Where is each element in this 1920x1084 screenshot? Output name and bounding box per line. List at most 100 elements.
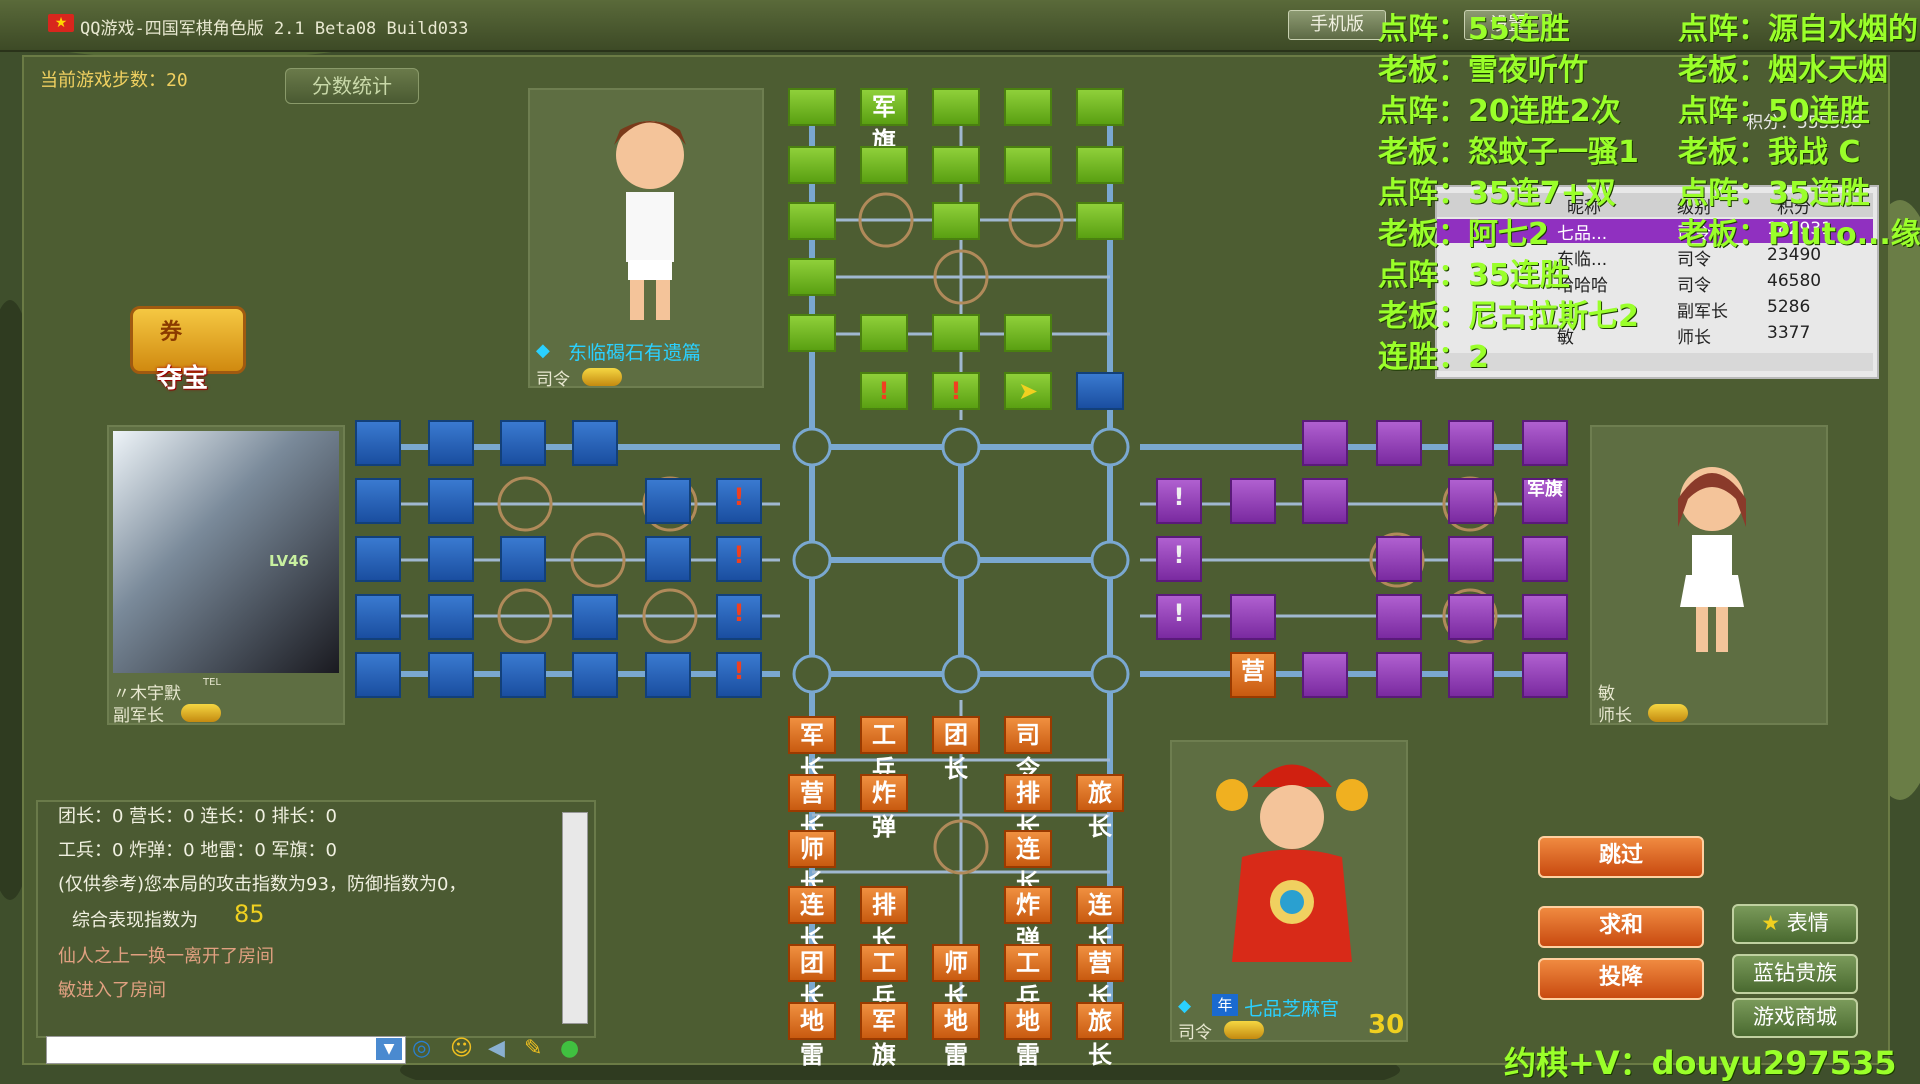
own-piece[interactable]: 旅长 xyxy=(1076,1002,1124,1069)
board-piece[interactable] xyxy=(355,420,401,466)
board-piece[interactable] xyxy=(1522,420,1568,466)
board-piece[interactable] xyxy=(1302,478,1348,524)
vip-button[interactable]: 蓝钻贵族 xyxy=(1732,954,1858,994)
board-piece[interactable] xyxy=(788,88,836,126)
board-piece[interactable] xyxy=(1004,314,1052,352)
own-piece[interactable]: 团长 xyxy=(788,944,836,1011)
board-piece[interactable] xyxy=(932,314,980,352)
board-piece[interactable] xyxy=(572,594,618,640)
board-piece[interactable] xyxy=(932,88,980,126)
board-piece[interactable] xyxy=(932,146,980,184)
board-piece[interactable] xyxy=(1230,478,1276,524)
board-piece[interactable] xyxy=(428,536,474,582)
board-piece[interactable] xyxy=(788,314,836,352)
own-piece[interactable]: 地雷 xyxy=(1004,1002,1052,1069)
peace-button[interactable]: 求和 xyxy=(1538,906,1704,948)
board-piece[interactable] xyxy=(1302,420,1348,466)
board-piece[interactable] xyxy=(645,652,691,698)
own-piece[interactable]: 工兵 xyxy=(860,716,908,783)
own-piece[interactable]: 师长 xyxy=(932,944,980,1011)
board-piece[interactable] xyxy=(1522,594,1568,640)
board-piece[interactable] xyxy=(1076,372,1124,410)
board-piece[interactable] xyxy=(1376,536,1422,582)
own-piece[interactable]: 连长 xyxy=(788,886,836,953)
own-piece[interactable]: 司令 xyxy=(1004,716,1052,783)
board-piece[interactable] xyxy=(355,536,401,582)
own-piece[interactable]: 地雷 xyxy=(932,1002,980,1069)
own-piece[interactable]: 炸弹 xyxy=(860,774,908,841)
shop-button[interactable]: 游戏商城 xyxy=(1732,998,1858,1038)
board-piece[interactable] xyxy=(1230,594,1276,640)
board-piece[interactable] xyxy=(355,594,401,640)
own-piece[interactable]: 营长 xyxy=(788,774,836,841)
board-piece[interactable] xyxy=(1076,146,1124,184)
own-piece[interactable]: 军旗 xyxy=(860,1002,908,1069)
board-piece[interactable] xyxy=(572,420,618,466)
board-piece[interactable] xyxy=(1448,594,1494,640)
surrender-button[interactable]: 投降 xyxy=(1538,958,1704,1000)
chat-bubble-icon[interactable]: ◎ xyxy=(412,1036,431,1061)
sound-icon[interactable]: ◀ xyxy=(488,1036,505,1061)
board-piece[interactable] xyxy=(1376,594,1422,640)
own-piece[interactable]: 连长 xyxy=(1076,886,1124,953)
skip-button[interactable]: 跳过 xyxy=(1538,836,1704,878)
board-piece[interactable] xyxy=(1448,536,1494,582)
own-piece[interactable]: 连长 xyxy=(1004,830,1052,897)
warning-piece[interactable]: ! xyxy=(1156,478,1202,524)
board-piece-flag[interactable]: 军旗 xyxy=(860,88,908,155)
emoji-icon[interactable]: ☺ xyxy=(450,1036,473,1061)
board-piece[interactable] xyxy=(428,478,474,524)
board-piece[interactable] xyxy=(1448,420,1494,466)
own-piece[interactable]: 排长 xyxy=(860,886,908,953)
board-piece[interactable] xyxy=(1004,88,1052,126)
board-piece[interactable] xyxy=(1004,146,1052,184)
own-piece[interactable]: 排长 xyxy=(1004,774,1052,841)
board-piece[interactable] xyxy=(428,594,474,640)
own-piece[interactable]: 师长 xyxy=(788,830,836,897)
arrow-piece[interactable]: ➤ xyxy=(1004,372,1052,410)
board-piece[interactable] xyxy=(1302,652,1348,698)
globe-icon[interactable]: ● xyxy=(560,1036,579,1061)
board-piece[interactable] xyxy=(1376,420,1422,466)
chevron-down-icon[interactable]: ▼ xyxy=(376,1038,402,1060)
own-piece[interactable]: 炸弹 xyxy=(1004,886,1052,953)
board-piece[interactable] xyxy=(788,202,836,240)
board-piece[interactable] xyxy=(645,536,691,582)
board-piece[interactable] xyxy=(1448,652,1494,698)
board-piece[interactable] xyxy=(1522,652,1568,698)
camp-piece[interactable]: 营 xyxy=(1230,652,1276,698)
chat-input[interactable] xyxy=(46,1036,406,1064)
tool-icon[interactable]: ✎ xyxy=(524,1036,542,1061)
own-piece[interactable]: 工兵 xyxy=(860,944,908,1011)
emotion-button[interactable]: ★ 表情 xyxy=(1732,904,1858,944)
warning-piece[interactable]: ! xyxy=(1156,594,1202,640)
board-piece[interactable] xyxy=(355,478,401,524)
board-piece[interactable] xyxy=(1522,536,1568,582)
treasure-button[interactable]: 券 夺宝 xyxy=(120,296,250,394)
warning-piece[interactable]: ! xyxy=(1156,536,1202,582)
board-piece[interactable] xyxy=(500,652,546,698)
warning-piece[interactable]: ! xyxy=(716,594,762,640)
board-piece[interactable] xyxy=(1448,478,1494,524)
warning-piece[interactable]: ! xyxy=(716,652,762,698)
own-piece[interactable]: 营长 xyxy=(1076,944,1124,1011)
board-piece[interactable] xyxy=(572,652,618,698)
board-piece[interactable] xyxy=(860,314,908,352)
board-piece[interactable] xyxy=(932,202,980,240)
board-piece[interactable] xyxy=(428,420,474,466)
board-piece[interactable] xyxy=(1076,202,1124,240)
board-piece[interactable] xyxy=(1376,652,1422,698)
list-scrollbar[interactable] xyxy=(1437,353,1873,371)
board-piece[interactable] xyxy=(428,652,474,698)
own-piece[interactable]: 旅长 xyxy=(1076,774,1124,841)
own-piece[interactable]: 团长 xyxy=(932,716,980,783)
board-piece[interactable] xyxy=(788,258,836,296)
warning-piece[interactable]: ! xyxy=(716,478,762,524)
warning-piece[interactable]: ! xyxy=(860,372,908,410)
board-piece[interactable] xyxy=(788,146,836,184)
own-piece[interactable]: 军长 xyxy=(788,716,836,783)
board-piece[interactable] xyxy=(1076,88,1124,126)
board-piece[interactable] xyxy=(355,652,401,698)
mobile-version-button[interactable]: 手机版 xyxy=(1288,10,1386,40)
chat-scrollbar[interactable] xyxy=(562,812,588,1024)
